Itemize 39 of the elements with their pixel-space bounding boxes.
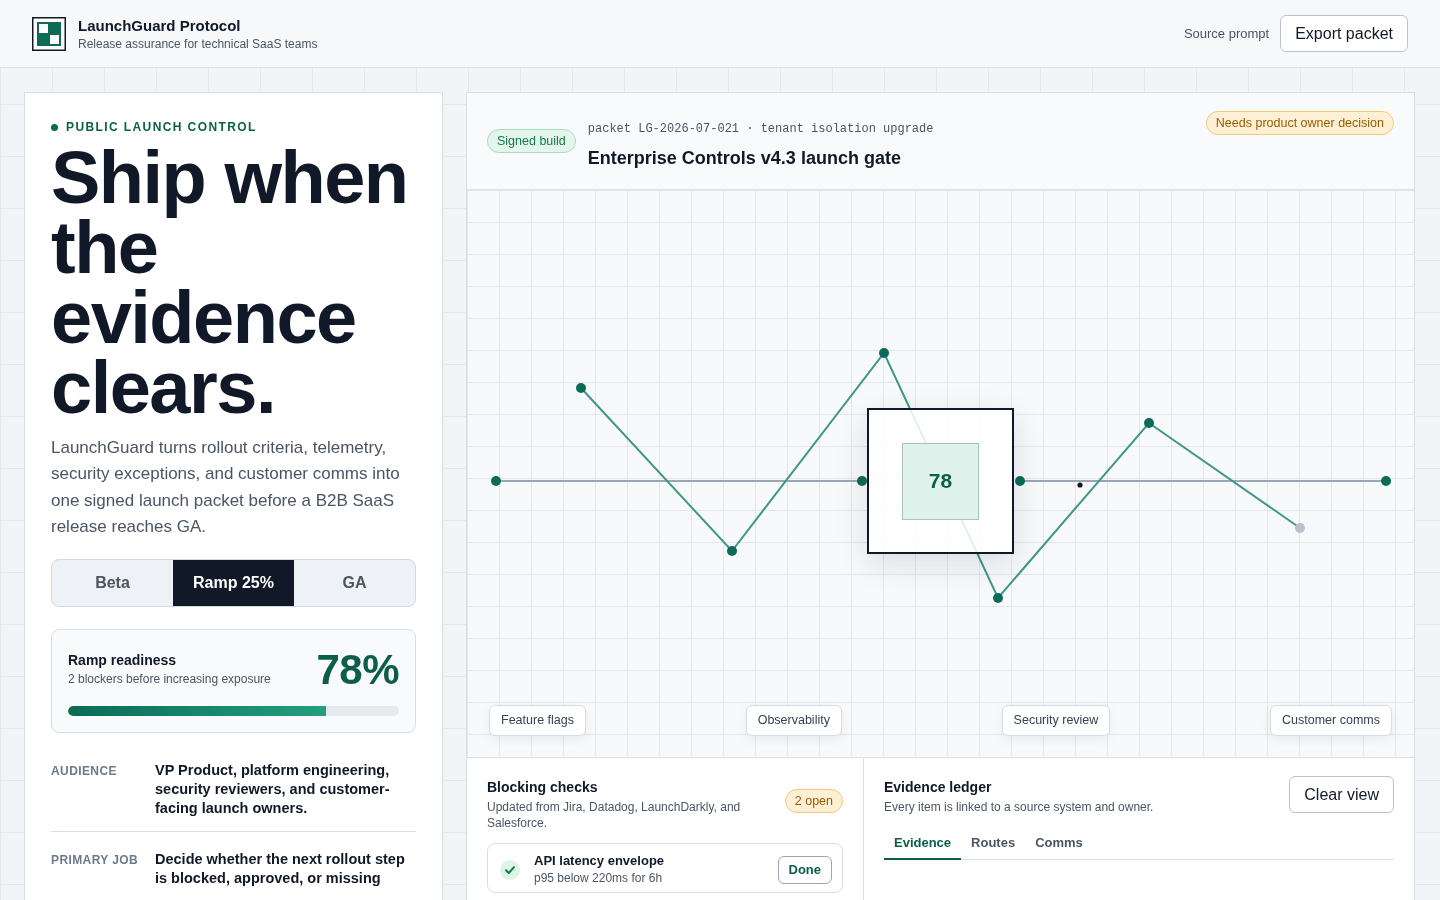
ledger-tab[interactable]: Routes — [961, 835, 1026, 860]
open-count-badge: 2 open — [784, 789, 843, 813]
readiness-title: Ramp readiness — [68, 652, 178, 670]
check-detail: p95 below 220ms for 6h — [534, 871, 664, 886]
status-dot-icon — [51, 123, 58, 131]
category-chip: Feature flags — [489, 705, 586, 736]
section-kicker: PUBLIC LAUNCH CONTROL — [66, 119, 257, 135]
section-subtitle: Updated from Jira, Datadog, LaunchDarkly, and Salesforce. — [487, 799, 742, 831]
category-chip: Observability — [745, 705, 842, 736]
stage-tab[interactable]: GA — [294, 559, 415, 606]
fact-value: Decide whether the next rollout step is blocked, approved, or missing — [155, 849, 406, 888]
gate-title: Enterprise Controls v4.3 launch gate — [587, 147, 902, 169]
source-prompt-link[interactable]: Source prompt — [1183, 26, 1270, 41]
readiness-percent: 78% — [316, 647, 399, 692]
ledger-tab[interactable]: Comms — [1025, 835, 1093, 860]
fact-label: PRIMARY JOB — [51, 851, 140, 869]
ledger-tab[interactable]: Evidence — [884, 835, 962, 860]
readiness-subtitle: 2 blockers before increasing exposure — [68, 672, 271, 688]
clear-view-button[interactable]: Clear view — [1289, 776, 1394, 813]
fact-label: AUDIENCE — [51, 762, 118, 780]
intro-paragraph: LaunchGuard turns rollout criteria, telemetry, security exceptions, and customer comms into one signed launch packet before a B2B SaaS release reaches GA. — [51, 437, 401, 539]
status-badge: Needs product owner decision — [1205, 111, 1394, 135]
section-title: Evidence ledger — [884, 778, 993, 796]
check-name: API latency envelope — [534, 853, 666, 869]
fact-value: VP Product, platform engineering, security reviewers, and customer-facing launch owners. — [155, 760, 391, 818]
category-chip: Security review — [1001, 705, 1111, 736]
export-button[interactable]: Export packet — [1280, 15, 1408, 52]
signed-build-badge: Signed build — [487, 129, 576, 153]
app-subtitle: Release assurance for technical SaaS teams — [78, 36, 318, 52]
stage-tab[interactable]: Ramp 25% — [173, 559, 294, 606]
packet-id: packet LG-2026-07-021 · tenant isolation upgrade — [587, 122, 935, 136]
stage-tab[interactable]: Beta — [52, 559, 173, 606]
section-subtitle: Every item is linked to a source system and owner. — [884, 799, 1154, 815]
category-chip: Customer comms — [1270, 705, 1392, 736]
app-title: LaunchGuard Protocol — [78, 15, 242, 35]
section-title: Blocking checks — [487, 778, 599, 796]
headline: Ship when the evidence clears. — [51, 143, 409, 423]
checker-logo-icon — [32, 16, 66, 51]
done-button[interactable]: Done — [777, 855, 832, 884]
